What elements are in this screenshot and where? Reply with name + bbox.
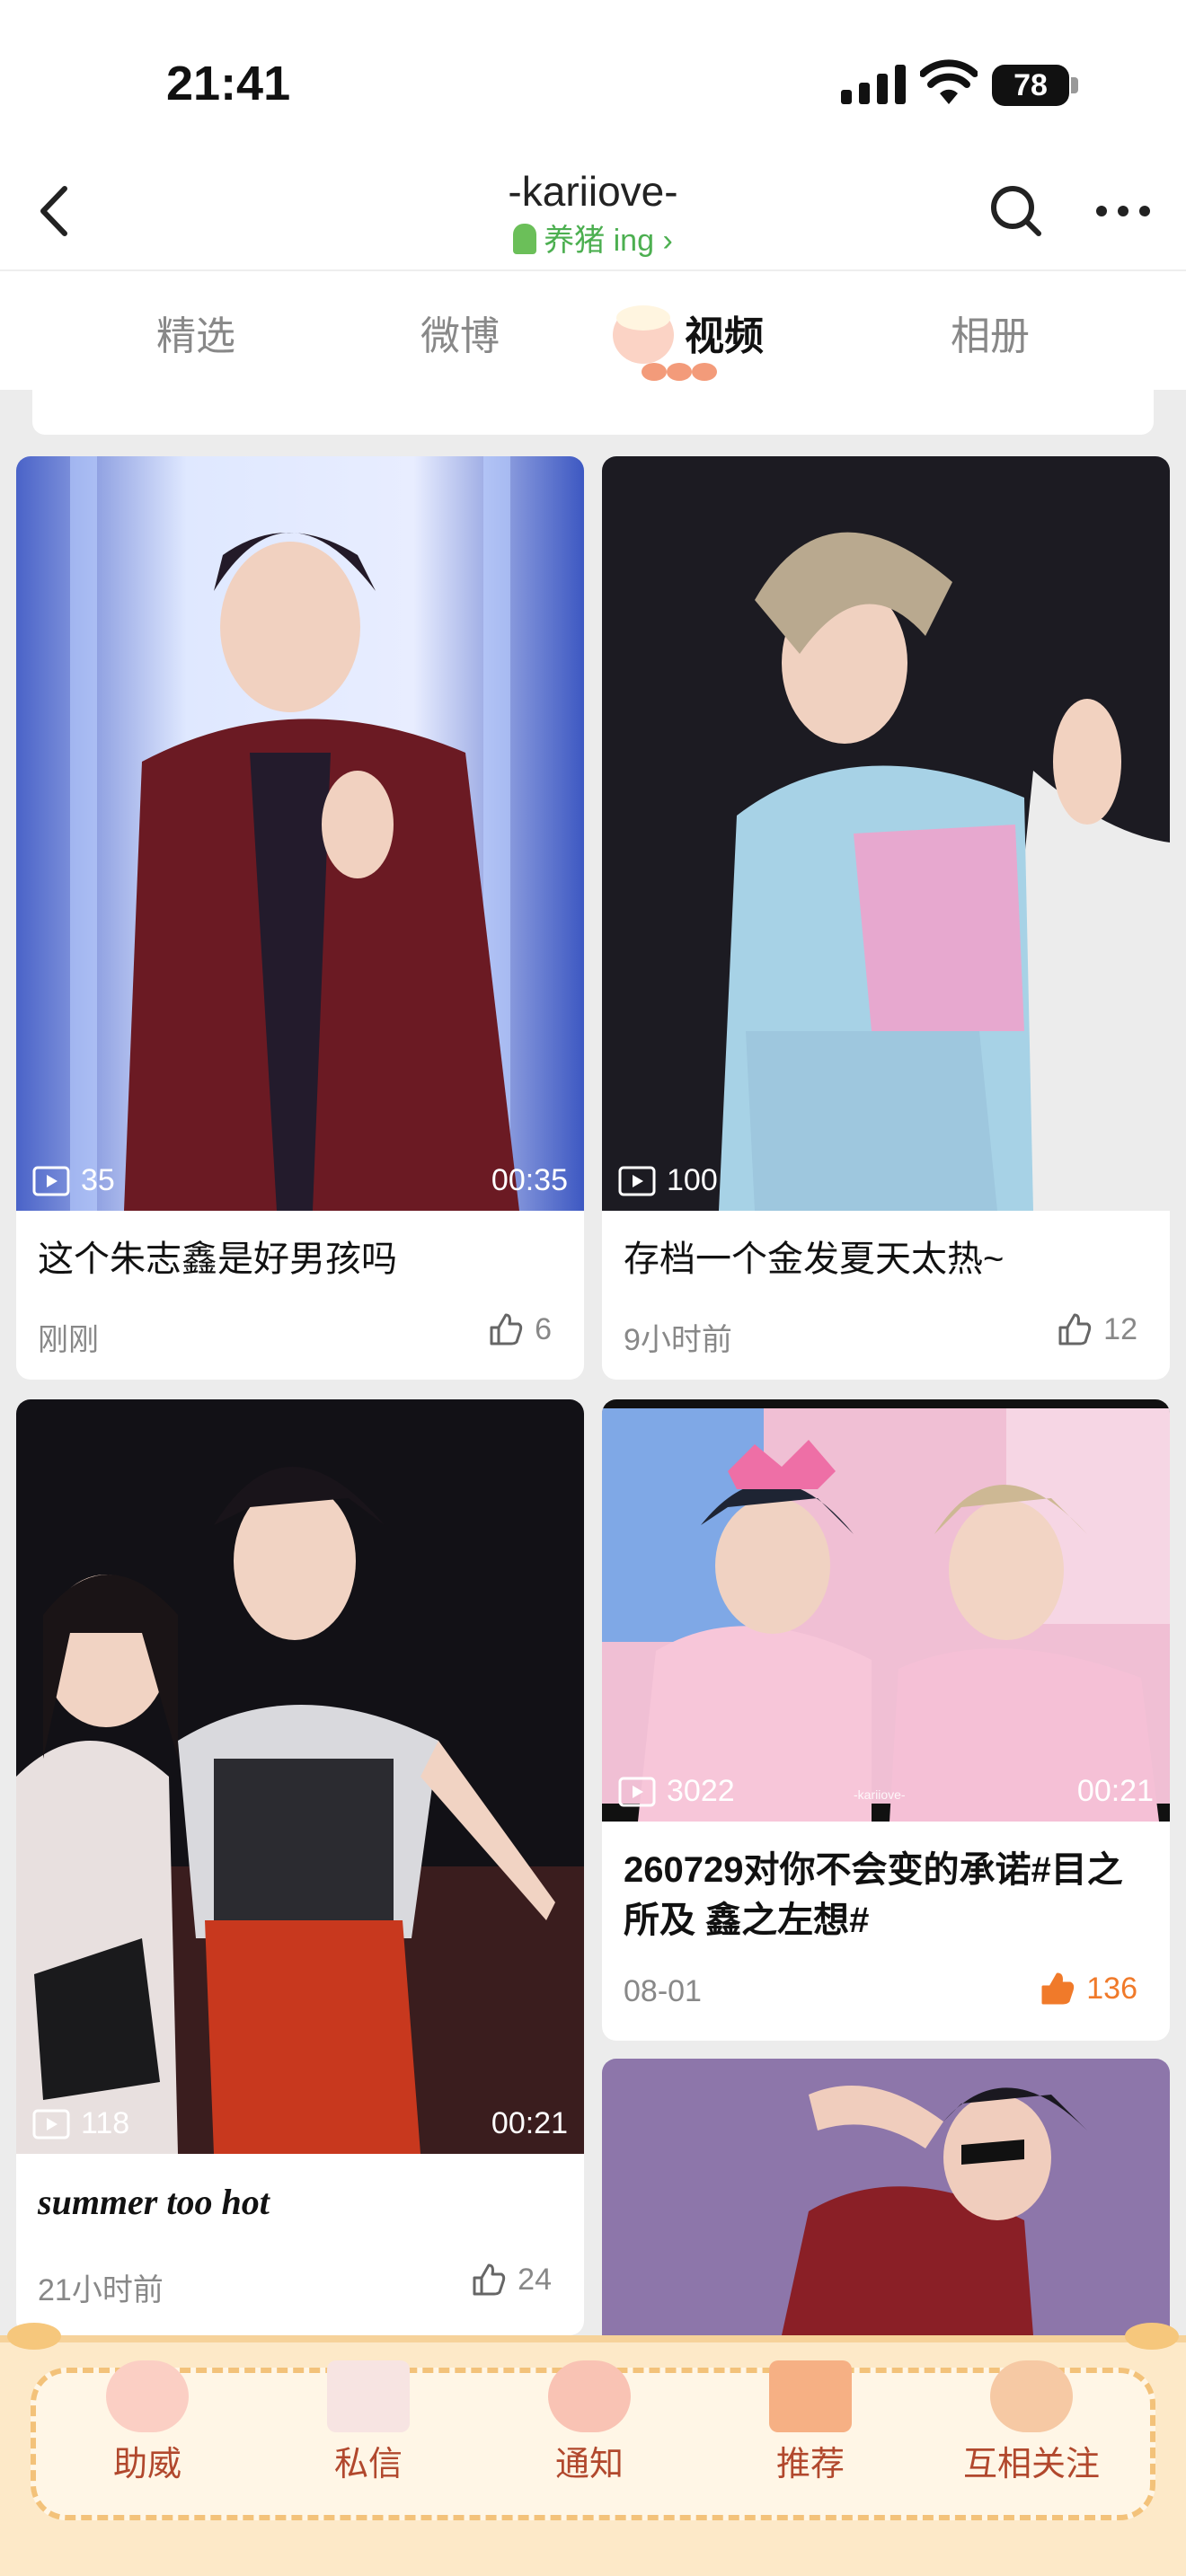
- video-post-time: 21小时前: [38, 2273, 164, 2307]
- tab-weibo[interactable]: 微博: [370, 304, 550, 361]
- bottom-tab-recommend[interactable]: 推荐: [721, 2360, 900, 2485]
- like-count: 12: [1103, 1311, 1137, 1346]
- tab-featured[interactable]: 精选: [106, 304, 286, 361]
- like-count: 6: [535, 1311, 552, 1346]
- video-thumbnail[interactable]: 3022 -kariiove- 00:21: [602, 1399, 1170, 1822]
- cellular-signal-icon: [841, 65, 906, 104]
- pig-cheer-icon: [106, 2360, 189, 2432]
- video-post-time: 刚刚: [38, 1323, 99, 1357]
- search-icon[interactable]: [985, 180, 1048, 243]
- thumbs-up-icon: [1058, 1313, 1092, 1345]
- video-title[interactable]: summer too hot: [38, 2177, 562, 2228]
- status-time: 21:41: [166, 57, 291, 110]
- video-thumbnail[interactable]: 100: [602, 456, 1170, 1211]
- like-count: 136: [1086, 1971, 1137, 2006]
- pig-bell-icon: [548, 2360, 631, 2432]
- video-duration: 00:35: [491, 1163, 568, 1197]
- video-play-icon: [32, 2109, 70, 2139]
- video-thumbnail[interactable]: 118 00:21: [16, 1399, 584, 2154]
- profile-header: -kariiove- 养猪 ing ›: [0, 162, 1186, 269]
- previous-card-edge: [32, 390, 1154, 435]
- video-duration: 00:21: [1076, 1774, 1154, 1808]
- thumbs-up-icon: [490, 1313, 523, 1345]
- tab-video[interactable]: 视频: [634, 304, 814, 361]
- bottom-tab-label: 推荐: [775, 2446, 845, 2483]
- video-thumbnail[interactable]: [602, 2059, 1170, 2335]
- thumbs-up-filled-icon: [1041, 1972, 1075, 2005]
- video-duration: 00:21: [491, 2106, 568, 2140]
- bottom-tab-cheer[interactable]: 助威: [58, 2360, 237, 2485]
- pig-heart-icon: [990, 2360, 1073, 2432]
- video-title[interactable]: 这个朱志鑫是好男孩吗: [38, 1234, 562, 1284]
- battery-indicator: 78: [992, 65, 1069, 106]
- video-card[interactable]: 100 存档一个金发夏天太热~ 9小时前 12: [602, 456, 1170, 1380]
- bow-decoration: [1125, 2323, 1179, 2350]
- status-bar: 21:41 78: [0, 0, 1186, 162]
- thumbs-up-icon: [473, 2263, 506, 2296]
- video-play-icon: [618, 1777, 656, 1806]
- like-button[interactable]: 12: [1057, 1311, 1137, 1347]
- play-count: 35: [32, 1163, 115, 1198]
- play-count: 100: [618, 1163, 718, 1198]
- video-title[interactable]: 存档一个金发夏天太热~: [624, 1234, 1148, 1284]
- cactus-icon: [513, 224, 537, 254]
- profile-subtitle-text: 养猪 ing: [544, 224, 655, 258]
- play-count-value: 100: [667, 1163, 718, 1197]
- bottom-tab-mutual-follow[interactable]: 互相关注: [942, 2360, 1121, 2485]
- like-button[interactable]: 6: [488, 1311, 552, 1347]
- video-play-icon: [32, 1166, 70, 1195]
- video-card[interactable]: 118 00:21 summer too hot 21小时前 24: [16, 1399, 584, 2335]
- play-count: 118: [32, 2106, 129, 2141]
- video-card[interactable]: 3022 -kariiove- 00:21 260729对你不会变的承诺#目之所…: [602, 1399, 1170, 2041]
- house-icon: [769, 2360, 852, 2432]
- video-post-time: 9小时前: [624, 1323, 732, 1357]
- chevron-right-icon: ›: [654, 224, 673, 258]
- play-count-value: 118: [81, 2106, 130, 2140]
- video-card[interactable]: [602, 2059, 1170, 2335]
- bow-decoration: [7, 2323, 61, 2350]
- envelope-icon: [327, 2360, 410, 2432]
- like-count: 24: [518, 2262, 552, 2297]
- video-play-icon: [618, 1166, 656, 1195]
- bottom-tab-label: 通知: [554, 2446, 624, 2483]
- video-card[interactable]: 35 00:35 这个朱志鑫是好男孩吗 刚刚 6: [16, 456, 584, 1380]
- bottom-tab-notifications[interactable]: 通知: [500, 2360, 679, 2485]
- play-count-value: 3022: [667, 1774, 735, 1808]
- tab-album[interactable]: 相册: [900, 304, 1080, 361]
- video-thumbnail[interactable]: 35 00:35: [16, 456, 584, 1211]
- battery-tip: [1071, 77, 1078, 93]
- bottom-tab-label: 互相关注: [962, 2446, 1100, 2483]
- video-post-time: 08-01: [624, 1974, 702, 2008]
- bottom-tab-label: 私信: [333, 2446, 403, 2483]
- like-button[interactable]: 136: [1040, 1971, 1137, 2007]
- video-watermark: -kariiove-: [854, 1787, 906, 1802]
- play-count-value: 35: [81, 1163, 115, 1197]
- bottom-tab-label: 助威: [112, 2446, 181, 2483]
- play-count: 3022: [618, 1774, 735, 1809]
- bottom-tab-bar: 助威 私信 通知 推荐 互相关注: [0, 2323, 1186, 2576]
- video-title[interactable]: 260729对你不会变的承诺#目之所及 鑫之左想#: [624, 1845, 1148, 1945]
- profile-tabs: 精选 微博 视频 相册: [0, 269, 1186, 390]
- more-horizontal-icon[interactable]: [1087, 180, 1159, 243]
- wifi-icon: [920, 59, 978, 104]
- like-button[interactable]: 24: [471, 2262, 552, 2298]
- bottom-tab-messages[interactable]: 私信: [279, 2360, 458, 2485]
